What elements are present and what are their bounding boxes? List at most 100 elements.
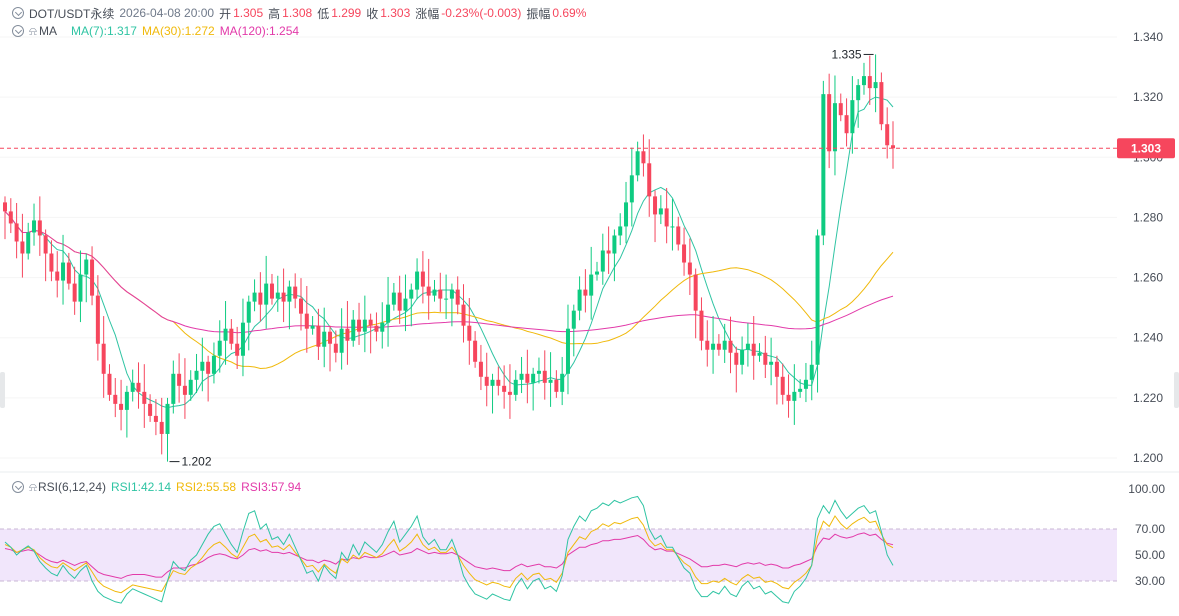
candle-down [751,343,756,356]
candle-up [409,289,414,299]
candle-up [61,262,66,281]
candle-up [246,301,251,323]
candle-down [525,373,530,383]
candle-down [333,343,338,353]
price-tick-label: 1.240 [1133,331,1163,345]
candle-up [519,373,524,380]
candle-down [119,403,124,410]
candle-up [380,322,385,332]
candle-down [357,319,362,332]
candle-down [699,310,704,341]
candle-down [728,340,733,353]
rsi-bell-icon[interactable]: ⍾ [29,480,37,495]
candle-down [136,382,141,392]
candle-down [95,295,100,344]
rsi-label: RSI(6,12,24) [37,480,106,494]
price-tick-label: 1.340 [1133,30,1163,44]
low-value: 1.299 [331,6,362,20]
candle-down [66,262,71,284]
candle-down [258,292,263,305]
candle-up [809,364,814,380]
collapse-toggle-icon[interactable] [12,7,24,19]
left-scroll-handle[interactable] [0,372,5,408]
rsi-tick-label: 100.00 [1128,482,1165,496]
candle-up [670,226,675,228]
candle-up [124,391,129,410]
right-scroll-handle[interactable] [1174,372,1179,408]
chart-area[interactable]: 1.3401.3201.3001.2801.2601.2401.2201.200… [0,0,1179,616]
candle-up [531,373,536,383]
candle-up [600,250,605,272]
candle-up [339,328,344,353]
candle-down [107,373,112,395]
candle-up [165,403,170,434]
candle-down [484,376,489,386]
candle-up [310,325,315,329]
candle-down [496,379,501,386]
candle-up [362,319,367,332]
candle-down [844,115,849,134]
candle-down [716,343,721,350]
high-value: 1.308 [282,6,313,20]
candle-up [792,391,797,401]
amplitude-label: 振幅 [526,6,551,21]
candle-up [240,322,245,356]
max-price-annotation: 1.335 [832,47,862,61]
candle-down [113,394,118,404]
candle-up [711,343,716,350]
candle-down [148,403,153,416]
ma120-value: MA(120):1.254 [219,24,300,38]
candle-down [43,235,48,254]
candle-up [861,76,866,86]
candle-up [745,343,750,350]
candle-down [281,292,286,302]
candle-up [571,310,576,329]
candle-up [391,292,396,305]
candle-down [763,352,768,365]
candle-down [473,340,478,362]
candle-up [803,379,808,389]
candle-down [461,304,466,326]
annotations: 1.303 1.335 1.202 [0,47,1175,469]
candle-up [850,100,855,134]
candle-up [386,304,391,323]
candle-up [200,361,205,371]
candle-up [171,373,176,404]
candle-down [693,274,698,311]
rsi-collapse-icon[interactable] [12,481,24,493]
low-label: 低 [317,6,330,21]
candle-up [618,226,623,236]
candle-datetime: 2026-04-08 20:00 [119,6,215,20]
change-label: 涨幅 [415,6,440,21]
price-tick-label: 1.200 [1133,451,1163,465]
candle-up [595,271,599,275]
bell-icon[interactable]: ⍾ [29,24,37,39]
candle-down [664,208,669,227]
ma-collapse-icon[interactable] [12,25,24,37]
candle-up [351,319,356,341]
ma7-value: MA(7):1.317 [70,24,137,38]
candle-down [885,124,890,146]
price-tick-label: 1.320 [1133,90,1163,104]
close-value: 1.303 [380,6,411,20]
candle-down [705,340,710,350]
candle-down [554,379,559,392]
candle-down [682,244,687,263]
candle-down [780,376,785,395]
candle-down [316,325,321,347]
candle-up [84,259,89,275]
candle-up [264,283,269,305]
symbol-name: DOT/USDT永续 [29,6,115,21]
candle-down [455,289,460,305]
candlesticks [3,54,895,462]
candle-up [403,298,408,311]
candle-up [32,220,37,233]
candle-up [26,232,31,254]
candle-up [275,292,280,299]
candle-down [502,385,507,392]
candle-down [101,343,106,374]
candle-up [798,388,803,392]
candle-down [583,289,588,296]
candle-down [235,343,240,356]
candle-down [304,313,309,329]
